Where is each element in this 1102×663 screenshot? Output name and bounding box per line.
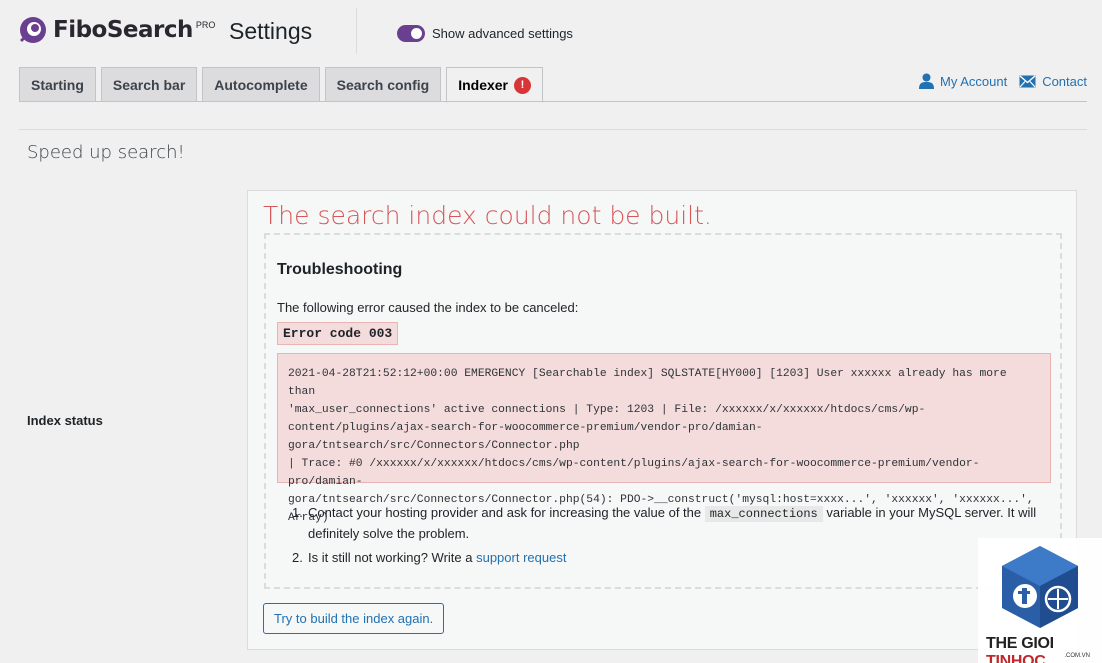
tab-label: Search config [336,77,430,93]
my-account-link[interactable]: My Account [918,73,1008,89]
watermark-sub: .COM.VN [1064,653,1090,659]
support-request-link[interactable]: support request [476,550,566,565]
tab-label: Search bar [112,77,186,93]
error-trace: 2021-04-28T21:52:12+00:00 EMERGENCY [Sea… [277,353,1051,524]
list-item: 2. Is it still not working? Write a supp… [292,548,1052,567]
my-account-label: My Account [939,73,1008,89]
troubleshooting-box: Troubleshooting The following error caus… [264,233,1062,589]
trace-line: content/plugins/ajax-search-for-woocomme… [288,422,763,452]
error-code: Error code 003 [277,322,399,345]
advanced-settings-toggle[interactable] [397,25,425,42]
tab-label: Autocomplete [214,77,308,93]
tab-label: Indexer [458,77,509,93]
tabs-divider [19,101,1087,102]
watermark: THE GIOI TINHOC .COM.VN [978,538,1102,663]
step-text: Contact your hosting provider and ask fo… [308,503,1052,543]
retry-build-index-button[interactable]: Try to build the index again. [263,603,445,634]
trace-line: | Trace: #0 /xxxxxx/x/xxxxxx/htdocs/cms/… [288,458,980,488]
step-text-before: Is it still not working? Write a [308,550,477,565]
section-title: Speed up search! [27,142,185,163]
settings-tabs: Starting Search bar Autocomplete Search … [19,67,548,103]
fibosearch-logo-icon [20,17,46,43]
trace-line: 'max_user_connections' active connection… [288,404,926,416]
tab-label: Starting [31,77,84,93]
index-status-panel: The search index could not be built. Tro… [247,190,1077,650]
tab-search-config[interactable]: Search config [324,67,442,102]
fibosearch-logo[interactable]: FiboSearch PRO [17,14,215,46]
user-icon [918,73,934,89]
header-divider [356,8,357,54]
watermark-text-1: THE GIOI [986,635,1054,652]
logo-text: FiboSearch [53,17,193,43]
error-intro: The following error caused the index to … [277,300,579,315]
step-text: Is it still not working? Write a support… [308,548,566,567]
list-item: 1. Contact your hosting provider and ask… [292,503,1052,543]
step-number: 2. [292,550,303,565]
watermark-logo-icon [1002,546,1078,628]
envelope-icon [1019,74,1036,87]
account-links: My Account Contact [907,73,1087,89]
contact-label: Contact [1042,73,1087,89]
header: FiboSearch PRO Settings Show advanced se… [0,0,1102,64]
advanced-settings-toggle-wrap[interactable]: Show advanced settings [397,25,573,42]
tab-search-bar[interactable]: Search bar [100,67,198,102]
pro-badge: PRO [195,20,216,30]
warning-badge-icon: ! [514,76,532,94]
section-divider [19,129,1087,130]
code-max-connections: max_connections [704,506,823,522]
advanced-settings-label[interactable]: Show advanced settings [432,26,573,41]
index-status-label: Index status [27,413,103,428]
watermark-text-2: TINHOC [986,653,1046,663]
tab-autocomplete[interactable]: Autocomplete [202,67,320,102]
step-number: 1. [292,505,303,520]
contact-link[interactable]: Contact [1019,74,1087,89]
troubleshooting-title: Troubleshooting [277,261,403,278]
tab-starting[interactable]: Starting [19,67,96,102]
step-text-before: Contact your hosting provider and ask fo… [308,505,705,520]
trace-line: 2021-04-28T21:52:12+00:00 EMERGENCY [Sea… [288,368,1007,398]
error-title: The search index could not be built. [263,201,712,230]
troubleshooting-steps: 1. Contact your hosting provider and ask… [292,503,1052,572]
page-title: Settings [229,18,313,44]
tab-indexer[interactable]: Indexer ! [446,67,544,103]
